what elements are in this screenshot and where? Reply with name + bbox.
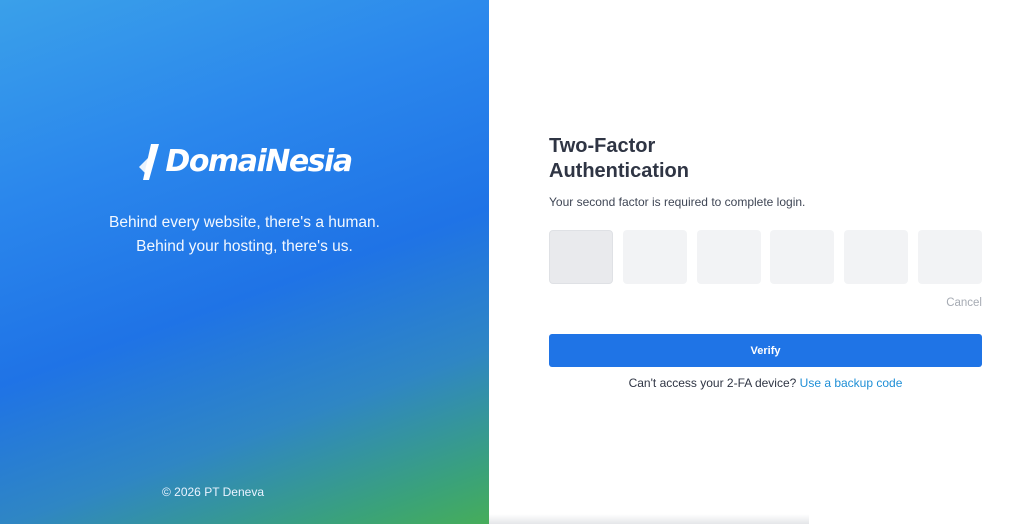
two-factor-form: Two-Factor Authentication Your second fa… [549, 134, 982, 390]
logo-text: DomaiNesia [165, 144, 353, 179]
otp-digit-3[interactable] [696, 230, 761, 284]
domainesia-logo-icon [139, 144, 160, 180]
brand-logo: DomaiNesia [0, 142, 489, 182]
auth-panel: Two-Factor Authentication Your second fa… [489, 0, 1024, 524]
backup-code-link[interactable]: Use a backup code [800, 376, 903, 390]
tagline-line-1: Behind every website, there's a human. [109, 214, 380, 231]
otp-input-group [549, 230, 982, 284]
backup-prompt-text: Can't access your 2-FA device? [628, 376, 797, 390]
otp-digit-1[interactable] [549, 230, 613, 284]
cancel-link[interactable]: Cancel [946, 297, 982, 309]
otp-digit-5[interactable] [844, 230, 909, 284]
bottom-edge-shadow [489, 514, 809, 524]
page-subtitle: Your second factor is required to comple… [549, 195, 806, 209]
copyright: © 2026 PT Deneva [161, 485, 265, 499]
cancel-row: Cancel [549, 293, 982, 311]
tagline: Behind every website, there's a human. B… [0, 211, 489, 259]
tagline-line-2: Behind your hosting, there's us. [136, 238, 353, 255]
verify-button[interactable]: Verify [549, 334, 982, 367]
otp-digit-4[interactable] [770, 230, 835, 284]
brand-panel: DomaiNesia Behind every website, there's… [0, 0, 489, 524]
otp-digit-2[interactable] [622, 230, 687, 284]
page-title: Two-Factor Authentication [549, 135, 689, 182]
otp-digit-6[interactable] [917, 230, 982, 284]
backup-code-prompt: Can't access your 2-FA device? Use a bac… [549, 376, 982, 390]
